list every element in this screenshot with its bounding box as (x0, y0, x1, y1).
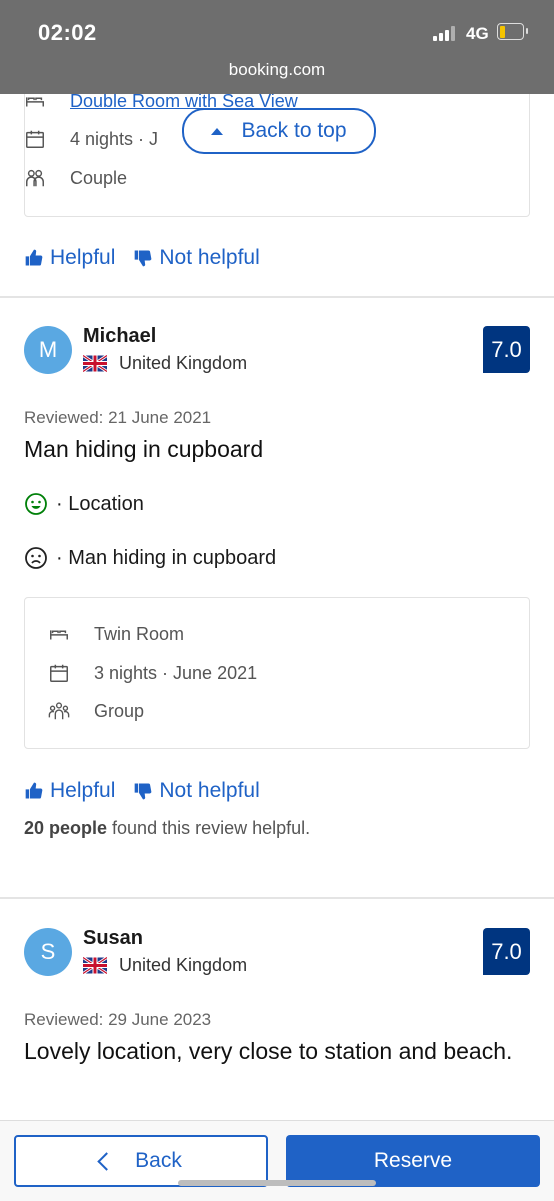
reviewer-country: United Kingdom (83, 955, 247, 976)
liked-row: · Location (24, 492, 144, 516)
not-helpful-button[interactable]: Not helpful (133, 779, 260, 803)
country-label: United Kingdom (119, 955, 248, 975)
review-score-badge: 7.0 (483, 326, 530, 373)
group-icon (48, 702, 70, 720)
thumbs-down-icon (135, 783, 152, 800)
room-text: Twin Room (94, 623, 185, 644)
couple-icon (26, 169, 44, 187)
helpful-row: Helpful Not helpful (24, 779, 278, 803)
helpful-count-text: 20 people found this review helpful. (24, 818, 311, 838)
traveler-row: Group (48, 700, 144, 722)
uk-flag-icon (83, 957, 107, 974)
prev-helpful-row: Helpful Not helpful (24, 246, 278, 270)
traveler-text: Group (94, 700, 145, 721)
reviewer-country: United Kingdom (83, 353, 247, 374)
avatar: S (24, 928, 72, 976)
helpful-button[interactable]: Helpful (24, 246, 115, 270)
country-label: United Kingdom (119, 353, 248, 373)
sad-face-icon (25, 547, 47, 569)
review-title: Lovely location, very close to station a… (24, 1038, 513, 1064)
back-to-top-label: Back to top (241, 119, 347, 142)
disliked-row: · Man hiding in cupboard (24, 546, 276, 570)
helpful-label: Helpful (50, 779, 116, 802)
uk-flag-icon (83, 355, 107, 372)
calendar-icon (50, 664, 68, 682)
prev-stay-row: 4 nights · J (24, 128, 158, 150)
back-label: Back (135, 1149, 182, 1172)
not-helpful-button[interactable]: Not helpful (133, 246, 260, 270)
thumbs-down-icon (135, 250, 152, 267)
avatar: M (24, 326, 72, 374)
status-bar: 02:02 4G booking.com (0, 0, 554, 94)
prev-stay-text: 4 nights · J (70, 128, 159, 149)
stay-text: 3 nights · June 2021 (94, 662, 258, 683)
signal-icon (433, 25, 459, 41)
arrow-up-icon (211, 127, 224, 135)
disliked-text: · Man hiding in cupboard (56, 546, 277, 569)
battery-icon (497, 23, 528, 40)
divider (0, 296, 554, 298)
review-date: Reviewed: 29 June 2023 (24, 1010, 212, 1029)
liked-text: · Location (56, 492, 144, 515)
browser-domain[interactable]: booking.com (0, 60, 554, 80)
not-helpful-label: Not helpful (159, 779, 260, 802)
bed-icon (50, 630, 68, 640)
prev-traveler-text: Couple (70, 167, 128, 188)
status-time: 02:02 (38, 20, 97, 45)
prev-traveler-row: Couple (24, 167, 127, 189)
chevron-left-icon (97, 1151, 116, 1171)
happy-face-icon (25, 493, 47, 515)
network-type: 4G (466, 24, 489, 43)
room-row: Twin Room (48, 623, 184, 645)
review-title: Man hiding in cupboard (24, 436, 264, 462)
stay-row: 3 nights · June 2021 (48, 662, 257, 684)
calendar-icon (26, 130, 44, 148)
thumbs-up-icon (25, 782, 43, 799)
home-indicator[interactable] (178, 1180, 376, 1186)
back-to-top-button[interactable]: Back to top (182, 108, 376, 154)
thumbs-up-icon (25, 249, 43, 266)
review-score-badge: 7.0 (483, 928, 530, 975)
bottom-action-bar: Back Reserve (0, 1120, 554, 1201)
helpful-label: Helpful (50, 246, 116, 269)
helpful-button[interactable]: Helpful (24, 779, 115, 803)
reserve-label: Reserve (373, 1149, 453, 1172)
reviewer-name: Michael (83, 325, 157, 347)
reviewer-name: Susan (83, 927, 144, 949)
not-helpful-label: Not helpful (159, 246, 260, 269)
review-date: Reviewed: 21 June 2021 (24, 408, 212, 427)
divider (0, 897, 554, 899)
